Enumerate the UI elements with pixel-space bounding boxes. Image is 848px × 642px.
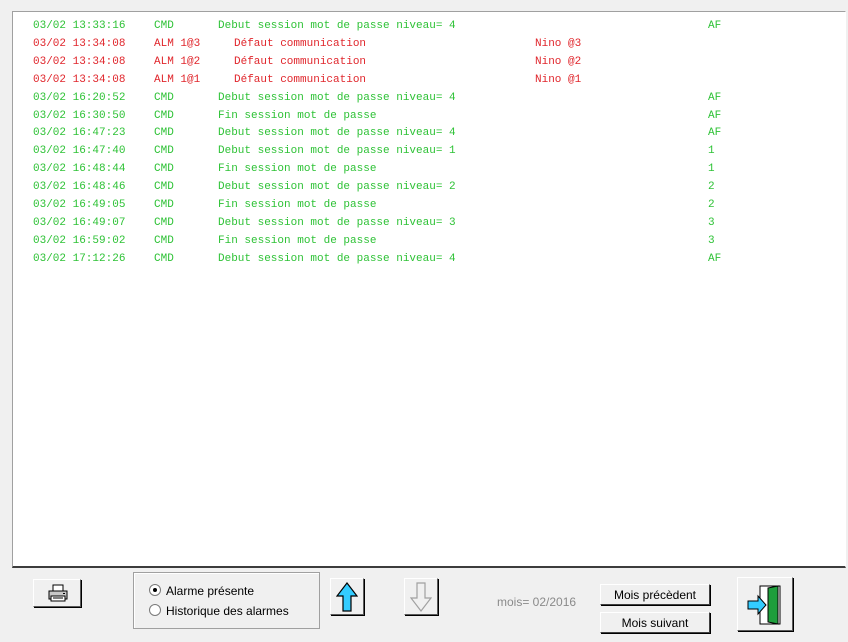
log-row: 03/02 13:34:08 ALM 1@1 Défaut communicatio…	[13, 71, 845, 89]
log-time: 03/02 16:20:52	[33, 91, 126, 104]
log-level: 3	[708, 234, 715, 247]
radio-historique-alarmes[interactable]: Historique des alarmes	[149, 603, 289, 619]
log-row: 03/02 13:34:08 ALM 1@2 Défaut communicatio…	[13, 53, 845, 71]
log-type: CMD	[154, 252, 174, 265]
log-message: Défaut communication	[234, 73, 367, 86]
log-type: CMD	[154, 163, 174, 176]
log-row: 03/02 13:33:16 CMD Debut session mot de pa…	[13, 17, 845, 35]
radio-label-history: Historique des alarmes	[166, 604, 289, 618]
log-row: 03/02 16:48:46 CMD Debut session mot de pa…	[13, 178, 845, 196]
log-level: AF	[708, 127, 722, 140]
log-level: AF	[708, 109, 722, 122]
previous-month-button[interactable]: Mois précèdent	[600, 584, 710, 605]
log-time: 03/02 16:49:05	[33, 199, 126, 211]
log-level: 3	[708, 216, 715, 229]
log-time: 03/02 13:34:08	[33, 55, 126, 68]
log-message: Debut session mot de passe niveau= 4	[218, 127, 456, 140]
log-source: Nino @1	[535, 73, 582, 86]
log-time: 03/02 16:48:46	[33, 181, 126, 194]
log-level: 1	[708, 145, 715, 158]
month-indicator: mois= 02/2016	[497, 595, 577, 609]
radio-dot-icon	[149, 604, 161, 616]
log-type: CMD	[154, 91, 174, 104]
log-type: ALM 1@2	[154, 55, 201, 68]
log-message: Debut session mot de passe niveau= 2	[218, 181, 456, 194]
log-message: Fin session mot de passe	[218, 163, 377, 176]
log-message: Debut session mot de passe niveau= 4	[218, 252, 456, 265]
radio-label-present: Alarme présente	[166, 584, 255, 598]
log-type: CMD	[154, 127, 174, 140]
log-type: CMD	[154, 20, 174, 32]
log-time: 03/02 13:34:08	[33, 73, 126, 86]
log-row: 03/02 13:34:08 ALM 1@3 Défaut communicatio…	[13, 35, 845, 53]
arrow-down-icon	[410, 582, 432, 612]
exit-door-icon	[746, 584, 786, 626]
event-log-panel[interactable]: 03/02 13:33:16 CMD Debut session mot de pa…	[12, 11, 846, 568]
log-row: 03/02 16:49:07 CMD Debut session mot de pa…	[13, 214, 845, 232]
log-message: Debut session mot de passe niveau= 4	[218, 91, 456, 104]
log-message: Debut session mot de passe niveau= 4	[218, 20, 456, 32]
log-type: ALM 1@1	[154, 73, 201, 86]
radio-dot-icon	[149, 584, 161, 596]
log-message: Défaut communication	[234, 55, 367, 68]
log-message: Fin session mot de passe	[218, 199, 377, 211]
radio-alarme-presente[interactable]: Alarme présente	[149, 583, 254, 599]
log-time: 03/02 16:59:02	[33, 234, 126, 247]
log-row: 03/02 16:49:05 CMD Fin session mot de pass…	[13, 196, 845, 214]
log-type: ALM 1@3	[154, 37, 201, 50]
log-row: 03/02 16:20:52 CMD Debut session mot de pa…	[13, 89, 845, 107]
log-type: CMD	[154, 199, 174, 211]
log-message: Fin session mot de passe	[218, 234, 377, 247]
log-level: 1	[708, 163, 715, 176]
log-time: 03/02 16:47:40	[33, 145, 126, 158]
log-row: 03/02 16:48:44 CMD Fin session mot de pass…	[13, 160, 845, 178]
log-time: 03/02 13:34:08	[33, 37, 126, 50]
printer-icon	[47, 584, 69, 603]
log-message: Fin session mot de passe	[218, 109, 377, 122]
log-row: 03/02 16:30:50 CMD Fin session mot de pass…	[13, 107, 845, 125]
scroll-down-button[interactable]	[404, 578, 438, 615]
alarm-mode-radio-group: Alarme présente Historique des alarmes	[133, 572, 320, 629]
log-row: 03/02 16:47:23 CMD Debut session mot de pa…	[13, 124, 845, 142]
log-row: 03/02 17:12:26 CMD Debut session mot de pa…	[13, 250, 845, 268]
log-message: Debut session mot de passe niveau= 1	[218, 145, 456, 158]
log-type: CMD	[154, 109, 174, 122]
log-level: 2	[708, 199, 715, 211]
log-row: 03/02 16:59:02 CMD Fin session mot de pass…	[13, 232, 845, 250]
log-type: CMD	[154, 181, 174, 194]
log-time: 03/02 17:12:26	[33, 252, 126, 265]
log-message: Debut session mot de passe niveau= 3	[218, 216, 456, 229]
bottom-toolbar: Alarme présente Historique des alarmes m…	[0, 568, 848, 642]
next-month-button[interactable]: Mois suivant	[600, 612, 710, 633]
log-message: Défaut communication	[234, 37, 367, 50]
log-level: AF	[708, 20, 722, 32]
exit-button[interactable]	[737, 577, 793, 631]
log-level: AF	[708, 252, 722, 265]
log-type: CMD	[154, 145, 174, 158]
log-source: Nino @3	[535, 37, 582, 50]
log-type: CMD	[154, 234, 174, 247]
log-time: 03/02 16:48:44	[33, 163, 126, 176]
log-source: Nino @2	[535, 55, 582, 68]
scroll-up-button[interactable]	[330, 578, 364, 615]
arrow-up-icon	[336, 582, 358, 612]
log-level: AF	[708, 91, 722, 104]
log-type: CMD	[154, 216, 174, 229]
log-time: 03/02 16:49:07	[33, 216, 126, 229]
print-button[interactable]	[33, 579, 81, 607]
log-row: 03/02 16:47:40 CMD Debut session mot de pa…	[13, 142, 845, 160]
log-time: 03/02 16:30:50	[33, 109, 126, 122]
log-level: 2	[708, 181, 715, 194]
log-time: 03/02 16:47:23	[33, 127, 126, 140]
log-time: 03/02 13:33:16	[33, 20, 126, 32]
